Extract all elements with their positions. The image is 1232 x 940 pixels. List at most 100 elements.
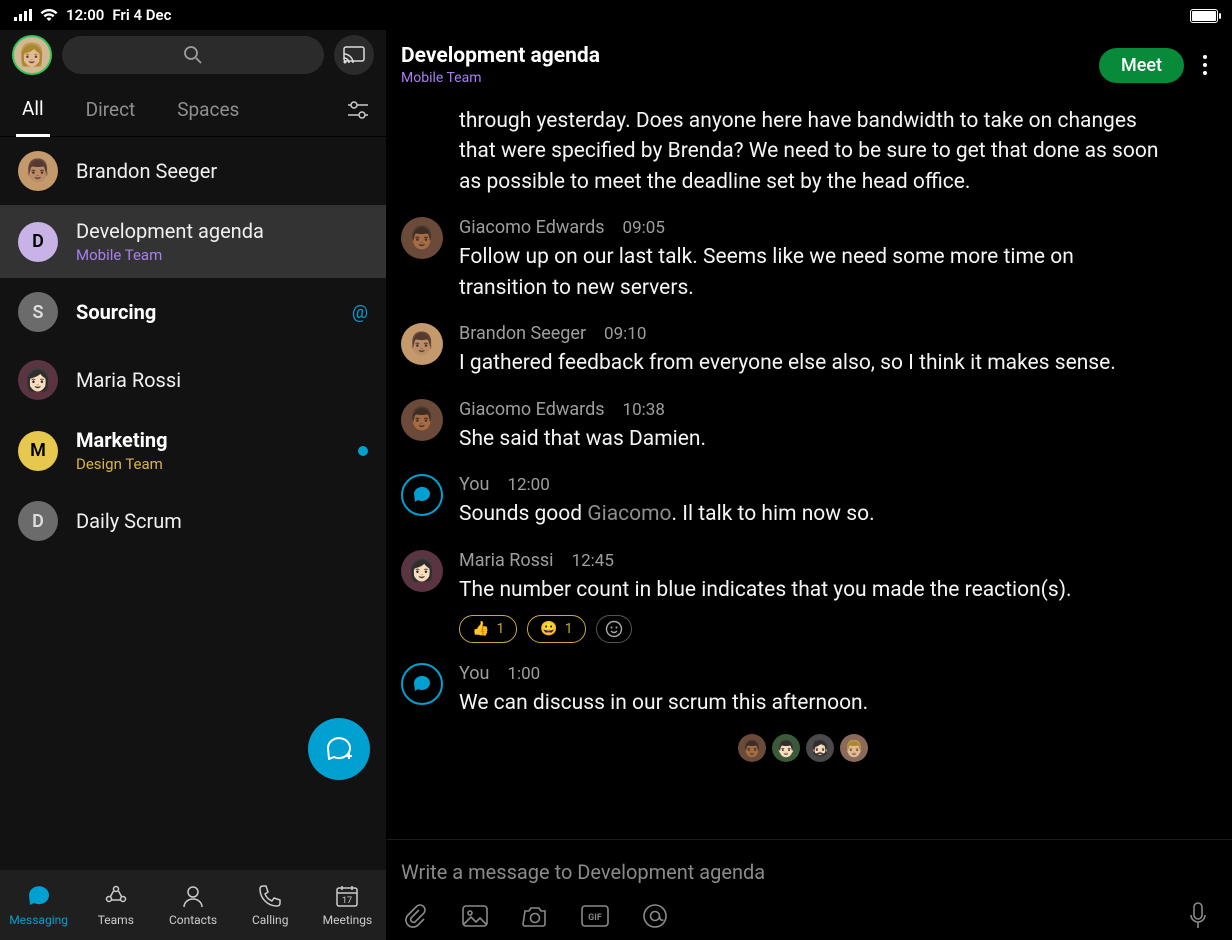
- unread-indicator-icon: [358, 446, 368, 456]
- gif-button[interactable]: GIF: [581, 902, 609, 930]
- message-author: Maria Rossi: [459, 550, 554, 571]
- mention-button[interactable]: [641, 902, 669, 930]
- conversation-avatar: D: [18, 501, 58, 541]
- nav-calling[interactable]: Calling: [232, 870, 309, 940]
- reaction-pill[interactable]: 😀1: [527, 615, 585, 643]
- contacts-icon: [180, 883, 206, 909]
- calling-icon: [257, 883, 283, 909]
- teams-icon: [103, 883, 129, 909]
- camera-button[interactable]: [521, 902, 549, 930]
- nav-label: Teams: [98, 913, 134, 927]
- svg-text:GIF: GIF: [588, 913, 602, 923]
- status-bar: 12:00 Fri 4 Dec: [0, 0, 1232, 30]
- conversation-avatar: S: [18, 292, 58, 332]
- conversation-item[interactable]: 👨🏽Brandon Seeger: [0, 137, 386, 205]
- message-text: Follow up on our last talk. Seems like w…: [459, 242, 1159, 303]
- message-time: 09:05: [623, 218, 665, 238]
- conversation-avatar: M: [18, 431, 58, 471]
- voice-button[interactable]: [1184, 902, 1212, 930]
- more-menu-button[interactable]: [1198, 54, 1212, 76]
- message-author: You: [459, 663, 489, 684]
- conversation-subtitle: Design Team: [76, 455, 168, 473]
- bottom-nav: Messaging Teams Contacts Calling 17 Meet…: [0, 870, 386, 940]
- self-avatar-icon: [401, 663, 443, 705]
- image-icon: [462, 905, 488, 927]
- conversation-item[interactable]: DDevelopment agendaMobile Team: [0, 205, 386, 278]
- sidebar: 👩🏼 All Direct Spaces 👨🏽Brandon SeegerDDe…: [0, 30, 387, 940]
- chat-header: Development agenda Mobile Team Meet: [387, 30, 1232, 96]
- nav-teams[interactable]: Teams: [77, 870, 154, 940]
- message: You1:00We can discuss in our scrum this …: [401, 653, 1208, 728]
- tab-spaces[interactable]: Spaces: [171, 84, 245, 135]
- conversation-item[interactable]: 👩🏻 Maria Rossi: [0, 346, 386, 414]
- status-time: 12:00: [66, 6, 104, 24]
- self-avatar-icon: [401, 474, 443, 516]
- nav-label: Meetings: [323, 913, 373, 927]
- tab-direct[interactable]: Direct: [80, 84, 142, 135]
- nav-contacts[interactable]: Contacts: [154, 870, 231, 940]
- new-message-button[interactable]: [308, 718, 370, 780]
- battery-icon: [1190, 6, 1218, 24]
- message-author: Brandon Seeger: [459, 323, 586, 344]
- reaction-count: 1: [496, 621, 504, 637]
- add-reaction-button[interactable]: [596, 615, 632, 643]
- microphone-icon: [1189, 902, 1207, 930]
- tab-all[interactable]: All: [16, 83, 50, 137]
- cast-icon: [343, 46, 365, 64]
- meetings-icon: 17: [334, 883, 360, 909]
- read-receipts: 👨🏾👨🏻🧔🏻👨🏼: [401, 728, 868, 770]
- message-text: The number count in blue indicates that …: [459, 575, 1159, 605]
- filter-button[interactable]: [346, 101, 370, 119]
- paperclip-icon: [403, 904, 427, 928]
- message: through yesterday. Does anyone here have…: [401, 96, 1208, 207]
- reactions: 👍1😀1: [459, 615, 1208, 643]
- meet-button[interactable]: Meet: [1099, 48, 1184, 83]
- message: 👨🏾Giacomo Edwards10:38She said that was …: [401, 389, 1208, 464]
- conversation-avatar: D: [18, 222, 58, 262]
- cast-button[interactable]: [334, 35, 374, 75]
- conversation-title: Marketing: [76, 428, 168, 453]
- nav-label: Contacts: [169, 913, 217, 927]
- message: 👩🏻Maria Rossi12:45The number count in bl…: [401, 540, 1208, 653]
- my-avatar[interactable]: 👩🏼: [12, 35, 52, 75]
- mention[interactable]: Giacomo: [587, 502, 671, 526]
- sidebar-tabs: All Direct Spaces: [0, 83, 386, 137]
- message-time: 10:38: [623, 400, 665, 420]
- signal-icon: [14, 9, 32, 21]
- chat-subtitle[interactable]: Mobile Team: [401, 70, 1085, 86]
- read-receipt-avatar: 👨🏼: [840, 734, 868, 762]
- conversation-title: Brandon Seeger: [76, 159, 217, 184]
- image-button[interactable]: [461, 902, 489, 930]
- more-vertical-icon: [1202, 54, 1208, 76]
- messaging-icon: [26, 883, 52, 909]
- message-time: 09:10: [604, 324, 646, 344]
- message-list: through yesterday. Does anyone here have…: [387, 96, 1232, 839]
- filter-icon: [346, 101, 370, 119]
- message-text: I gathered feedback from everyone else a…: [459, 348, 1159, 378]
- message-author: You: [459, 474, 489, 495]
- nav-label: Messaging: [9, 913, 68, 927]
- conversation-item[interactable]: M Marketing Design Team: [0, 414, 386, 487]
- conversation-title: Maria Rossi: [76, 368, 181, 393]
- message-time: 12:00: [507, 475, 549, 495]
- reaction-pill[interactable]: 👍1: [459, 615, 517, 643]
- conversation-item[interactable]: D Daily Scrum: [0, 487, 386, 555]
- message-input[interactable]: Write a message to Development agenda: [401, 856, 1212, 902]
- conversation-subtitle: Mobile Team: [76, 246, 264, 264]
- conversation-avatar: 👩🏻: [18, 360, 58, 400]
- search-input[interactable]: [62, 36, 324, 74]
- read-receipt-avatar: 👨🏾: [738, 734, 766, 762]
- message-avatar: 👩🏻: [401, 550, 443, 592]
- search-icon: [183, 45, 203, 65]
- conversation-title: Daily Scrum: [76, 509, 182, 534]
- conversation-item[interactable]: SSourcing@: [0, 278, 386, 346]
- attach-button[interactable]: [401, 902, 429, 930]
- svg-text:17: 17: [342, 896, 352, 906]
- nav-meetings[interactable]: 17 Meetings: [309, 870, 386, 940]
- chat-pane: Development agenda Mobile Team Meet thro…: [387, 30, 1232, 940]
- nav-messaging[interactable]: Messaging: [0, 870, 77, 940]
- reaction-emoji: 😀: [540, 621, 557, 637]
- message-avatar: 👨🏾: [401, 217, 443, 259]
- message-author: Giacomo Edwards: [459, 217, 605, 238]
- message-author: Giacomo Edwards: [459, 399, 605, 420]
